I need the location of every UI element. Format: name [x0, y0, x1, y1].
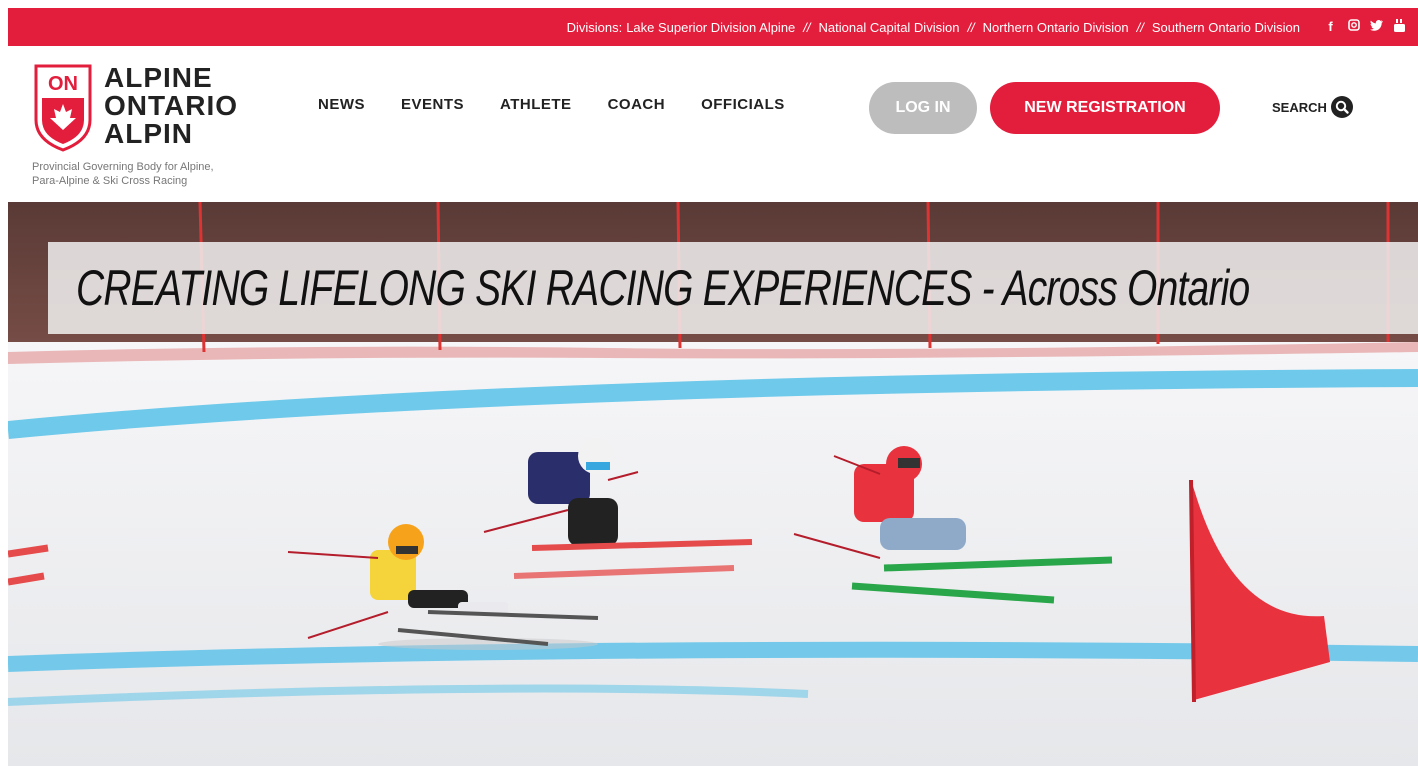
logo-line-1: ALPINE — [104, 62, 213, 93]
divisions-list: Divisions: Lake Superior Division Alpine… — [565, 20, 1302, 35]
youtube-icon[interactable] — [1393, 19, 1406, 35]
logo-tagline-line-2: Para-Alpine & Ski Cross Racing — [32, 175, 188, 187]
logo-line-3: ALPIN — [104, 118, 193, 149]
nav-item-coach[interactable]: COACH — [608, 96, 666, 113]
divider: // — [803, 19, 811, 35]
hero-headline-banner: CREATING LIFELONG SKI RACING EXPERIENCES… — [48, 242, 1418, 334]
search-toggle[interactable]: SEARCH — [1272, 96, 1353, 118]
nav-item-events[interactable]: EVENTS — [401, 96, 464, 113]
hero-headline: CREATING LIFELONG SKI RACING EXPERIENCES… — [76, 260, 1250, 316]
nav-item-athlete[interactable]: ATHLETE — [500, 96, 572, 113]
nav-item-officials[interactable]: OFFICIALS — [701, 96, 785, 113]
logo-wordmark: ALPINE ONTARIO ALPIN — [104, 64, 238, 148]
division-link-southern-ontario[interactable]: Southern Ontario Division — [1150, 20, 1302, 35]
divisions-label: Divisions: — [566, 19, 623, 35]
divider: // — [967, 19, 975, 35]
logo-tagline: Provincial Governing Body for Alpine, Pa… — [32, 160, 272, 188]
search-label: SEARCH — [1272, 99, 1327, 115]
site-logo[interactable]: ON ALPINE ONTARIO ALPIN Provincial Gover… — [32, 64, 292, 194]
logo-tagline-line-1: Provincial Governing Body for Alpine, — [32, 161, 214, 173]
facebook-icon[interactable]: f — [1324, 19, 1337, 35]
instagram-icon[interactable] — [1347, 19, 1360, 35]
shield-logo-icon: ON — [34, 64, 92, 152]
divisions-bar: Divisions: Lake Superior Division Alpine… — [8, 8, 1418, 46]
new-registration-button[interactable]: NEW REGISTRATION — [990, 82, 1220, 134]
social-links: f — [1324, 19, 1406, 35]
division-link-lake-superior[interactable]: Lake Superior Division Alpine — [624, 20, 797, 35]
main-nav: NEWS EVENTS ATHLETE COACH OFFICIALS — [318, 96, 785, 113]
nav-item-news[interactable]: NEWS — [318, 96, 365, 113]
logo-badge: ON — [48, 73, 78, 95]
divider: // — [1136, 19, 1144, 35]
login-button[interactable]: LOG IN — [869, 82, 977, 134]
division-link-northern-ontario[interactable]: Northern Ontario Division — [981, 20, 1131, 35]
hero-banner: CREATING LIFELONG SKI RACING EXPERIENCES… — [8, 202, 1418, 766]
logo-line-2: ONTARIO — [104, 90, 239, 121]
twitter-icon[interactable] — [1370, 19, 1383, 35]
division-link-national-capital[interactable]: National Capital Division — [817, 20, 962, 35]
search-icon — [1330, 96, 1353, 118]
site-header: ON ALPINE ONTARIO ALPIN Provincial Gover… — [0, 46, 1418, 202]
